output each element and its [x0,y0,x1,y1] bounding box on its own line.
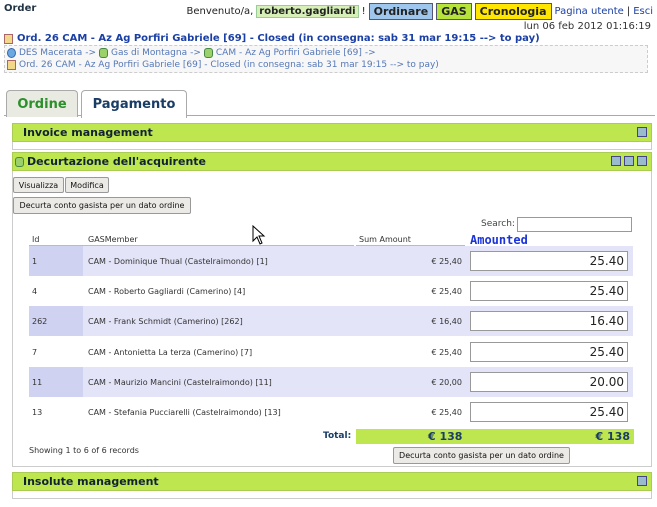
gas-icon [99,48,109,58]
amounted-input[interactable] [470,402,628,422]
tab-ordine[interactable]: Ordine [6,90,78,117]
column-header-sum-amount[interactable]: Sum Amount [359,235,411,244]
order-icon [4,33,13,44]
cell-gasmember: CAM - Stefania Pucciarelli (Castelraimon… [88,407,281,417]
records-info: Showing 1 to 6 of 6 records [29,446,139,455]
amounted-input[interactable] [470,251,628,271]
table-row: 1 CAM - Dominique Thual (Castelraimondo)… [29,246,633,276]
order-title-text[interactable]: Ord. 26 CAM - Az Ag Porfiri Gabriele [69… [17,33,540,44]
cell-id: 13 [32,407,43,417]
total-amounted: € 138 [595,430,630,443]
amounted-input[interactable] [470,372,628,392]
cell-id: 262 [29,306,83,336]
insolute-panel-title: Insolute management [23,475,159,488]
total-sum-amount: € 138 [428,430,463,443]
tab-bar: Ordine Pagamento [4,88,655,118]
people-icon [15,157,24,167]
column-header-gasmember[interactable]: GASMember [88,235,138,244]
cell-id: 1 [29,246,83,276]
breadcrumb-arrow: -> [190,48,201,58]
ordinare-button[interactable]: Ordinare [368,3,434,20]
modifica-button[interactable]: Modifica [65,177,109,193]
table-row: 11 CAM - Maurizio Mancini (Castelraimond… [29,367,633,397]
breadcrumb-des[interactable]: DES Macerata [19,48,82,58]
cell-gasmember: CAM - Frank Schmidt (Camerino) [262] [88,316,243,326]
amounted-input[interactable] [470,281,628,301]
decurta-button-top[interactable]: Decurta conto gasista per un dato ordine [13,197,191,214]
cell-sum-amount: € 25,40 [431,407,462,417]
search-input[interactable] [517,217,632,232]
cell-sum-amount: € 20,00 [431,377,462,387]
decurta-button-bottom[interactable]: Decurta conto gasista per un dato ordine [393,447,570,464]
datetime-text: lun 06 feb 2012 01:16:19 [523,21,651,32]
fullscreen-icon[interactable] [611,156,621,166]
breadcrumb-supplier[interactable]: CAM - Az Ag Porfiri Gabriele [69] [216,48,362,58]
order-title-line[interactable]: Ord. 26 CAM - Az Ag Porfiri Gabriele [69… [4,33,540,44]
breadcrumb-gas[interactable]: Gas di Montagna [111,48,187,58]
cell-sum-amount: € 25,40 [431,347,462,357]
amounted-input[interactable] [470,311,628,331]
user-bar: Benvenuto/a, roberto.gagliardi ! Ordinar… [186,3,653,20]
cell-sum-amount: € 25,40 [431,256,462,266]
invoice-panel-body [12,142,652,150]
cell-gasmember: CAM - Dominique Thual (Castelraimondo) [… [88,256,268,266]
breadcrumb: DES Macerata -> Gas di Montagna -> CAM -… [4,45,648,73]
globe-icon [7,48,16,58]
link-separator: | [626,6,631,17]
welcome-text: Benvenuto/a, [186,6,254,17]
breadcrumb-arrow: -> [85,48,97,58]
visualizza-button[interactable]: Visualizza [13,177,64,193]
cell-sum-amount: € 16,40 [431,316,462,326]
cell-sum-amount: € 25,40 [431,286,462,296]
total-label: Total: [323,431,352,441]
decurtazione-panel-title: Decurtazione dell'acquirente [27,155,206,168]
table-header: Id GASMember Sum Amount [29,234,633,246]
amounted-input[interactable] [470,342,628,362]
gas-button[interactable]: GAS [436,3,472,20]
insolute-panel-body [12,491,652,499]
invoice-panel-header[interactable]: Invoice management [12,123,652,142]
cell-gasmember: CAM - Roberto Gagliardi (Camerino) [4] [88,286,246,296]
cell-id: 4 [32,286,38,296]
page-title: Order [4,3,37,14]
column-header-amounted[interactable]: Amounted [470,233,528,247]
breadcrumb-arrow: -> [364,48,376,58]
refresh-icon[interactable] [624,156,634,166]
decurtazione-panel-header[interactable]: Decurtazione dell'acquirente [12,152,652,171]
table-row: 7 CAM - Antonietta La terza (Camerino) [… [29,337,633,367]
search-label: Search: [481,219,515,229]
cell-id: 7 [32,347,38,357]
esci-link[interactable]: Esci [633,6,653,17]
expand-icon[interactable] [637,127,647,137]
cell-id: 11 [29,367,83,397]
mouse-cursor-icon [252,225,266,245]
total-row: € 138 € 138 [356,429,634,444]
pagina-utente-link[interactable]: Pagina utente [555,6,624,17]
expand-icon[interactable] [637,476,647,486]
column-header-id[interactable]: Id [32,235,39,244]
expand-icon[interactable] [637,156,647,166]
table-row: 13 CAM - Stefania Pucciarelli (Castelrai… [29,397,633,427]
breadcrumb-order[interactable]: Ord. 26 CAM - Az Ag Porfiri Gabriele [69… [19,60,439,70]
supplier-icon [203,48,213,58]
invoice-panel-title: Invoice management [23,126,153,139]
insolute-panel-header[interactable]: Insolute management [12,472,652,491]
cell-gasmember: CAM - Antonietta La terza (Camerino) [7] [88,347,253,357]
order-icon [7,60,16,70]
cronologia-button[interactable]: Cronologia [474,3,552,20]
exclamation: ! [361,6,366,17]
table-row: 262 CAM - Frank Schmidt (Camerino) [262]… [29,306,633,336]
table-row: 4 CAM - Roberto Gagliardi (Camerino) [4]… [29,276,633,306]
tab-pagamento[interactable]: Pagamento [81,90,187,118]
username: roberto.gagliardi [256,5,359,18]
cell-gasmember: CAM - Maurizio Mancini (Castelraimondo) … [88,377,272,387]
